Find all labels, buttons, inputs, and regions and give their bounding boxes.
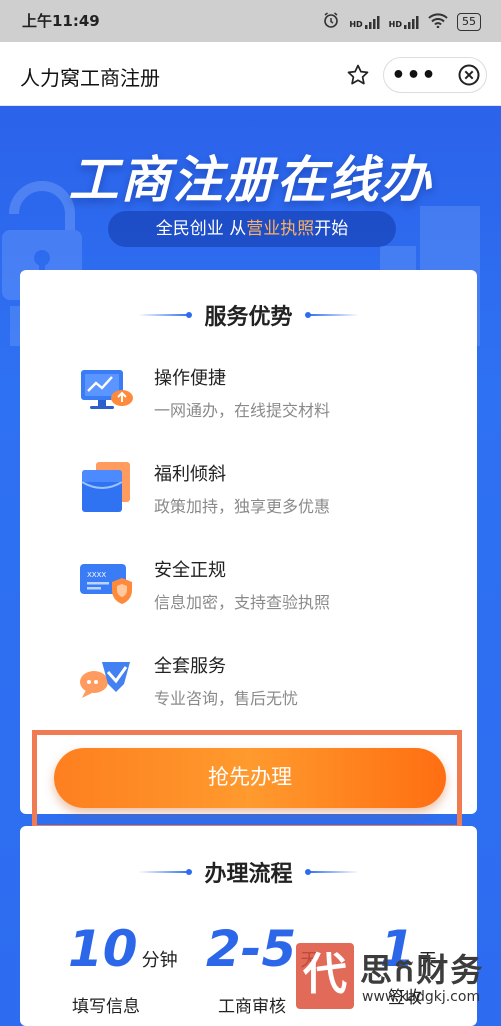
advantages-heading-text: 服务优势 <box>204 305 293 330</box>
feature-item-security: XXXX 安全正规 信息加密，支持查验执照 <box>78 556 438 626</box>
process-step-label-receive: 签收 <box>388 988 422 1008</box>
process-step-value: 10 <box>68 920 138 978</box>
feature-item-convenient: 操作便捷 一网通办，在线提交材料 <box>78 364 438 434</box>
hero-subtitle-post: 开始 <box>314 219 349 239</box>
more-button[interactable]: ••• <box>384 58 444 92</box>
status-icons: HD HD 55 <box>322 11 481 32</box>
more-icon: ••• <box>391 62 437 88</box>
hero-title: 工商注册在线办 <box>68 151 433 209</box>
id-card-shield-icon: XXXX <box>80 564 132 604</box>
page-title: 人力窝工商注册 <box>20 66 160 90</box>
watermark-logo-mark: 代 <box>296 943 354 1009</box>
status-time: 上午11:49 <box>22 12 100 30</box>
process-step-value-row: 10 分钟 <box>68 920 178 990</box>
watermark-logo: 代 思ក财务 www.kadgkj.com 签收 <box>296 943 501 1026</box>
feature-description: 专业咨询，售后无忧 <box>154 689 299 708</box>
heading-line-right <box>304 312 359 318</box>
feature-description: 信息加密，支持查验执照 <box>154 593 331 612</box>
feature-title: 操作便捷 <box>154 368 226 389</box>
hero-subtitle-highlight: 营业执照 <box>246 219 315 239</box>
alarm-icon <box>322 11 340 32</box>
process-step-fill-info: 10 分钟 填写信息 <box>68 920 178 1017</box>
title-bar: 人力窝工商注册 ••• <box>0 42 501 106</box>
signal-hd-label-2: HD <box>388 19 402 29</box>
signal-icon: HD <box>349 15 380 29</box>
star-icon <box>347 64 369 85</box>
feature-description: 政策加持，独享更多优惠 <box>154 497 331 516</box>
status-bar: 上午11:49 HD HD 55 <box>0 0 501 42</box>
heading-line-left <box>138 869 193 875</box>
envelope-icon <box>81 462 130 512</box>
heading-line-left <box>138 312 193 318</box>
process-heading: 办理流程 <box>20 852 477 892</box>
process-step-label: 填写信息 <box>72 997 140 1017</box>
feature-item-benefits: 福利倾斜 政策加持，独享更多优惠 <box>78 460 438 530</box>
hero-subtitle-pre: 全民创业 从 <box>155 219 247 239</box>
feature-title: 安全正规 <box>154 560 226 581</box>
monitor-cloud-icon <box>81 370 133 409</box>
heading-line-right <box>304 869 359 875</box>
signal-hd-label: HD <box>349 19 363 29</box>
chat-diamond-icon <box>80 662 130 698</box>
advantages-heading: 服务优势 <box>20 295 477 335</box>
close-button[interactable] <box>456 62 482 88</box>
close-icon <box>458 64 480 86</box>
process-step-unit: 分钟 <box>141 950 178 971</box>
feature-title: 福利倾斜 <box>154 464 226 485</box>
card-number-text: XXXX <box>87 571 106 579</box>
hero-subtitle: 全民创业 从营业执照开始 <box>108 211 396 247</box>
feature-title: 全套服务 <box>154 656 226 677</box>
feature-item-fullservice: 全套服务 专业咨询，售后无忧 <box>78 652 438 722</box>
signal-icon-2: HD <box>389 15 419 29</box>
wifi-icon <box>428 12 448 31</box>
process-step-value: 2-5 <box>206 920 297 978</box>
process-heading-text: 办理流程 <box>204 862 293 887</box>
capsule-menu: ••• <box>383 57 487 93</box>
favorite-button[interactable] <box>337 58 379 92</box>
battery-indicator: 55 <box>457 12 481 31</box>
apply-now-button[interactable]: 抢先办理 <box>54 748 446 808</box>
feature-description: 一网通办，在线提交材料 <box>154 401 331 420</box>
